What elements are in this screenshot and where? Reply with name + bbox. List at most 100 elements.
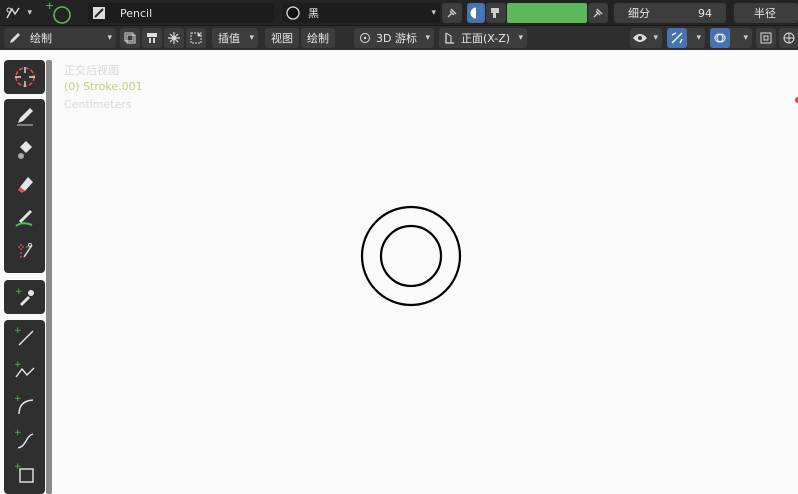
pencil-icon — [4, 31, 26, 45]
plane-label: 正面(X-Z) — [461, 32, 511, 45]
curve-icon: + — [13, 427, 37, 451]
viewport-header: 绘制 ▾ 插值 ▾ 视图 绘制 3D 游标 ▾ 正面(X-Z) ▾ ▾ ▾ ▾ — [0, 26, 798, 50]
curve-edit-icon — [189, 31, 203, 45]
subdivision-value: 94 — [698, 6, 712, 20]
radius-label: 半径 — [754, 7, 776, 20]
brush-name: Pencil — [120, 6, 153, 20]
3d-viewport[interactable] — [52, 50, 798, 494]
fill-tool[interactable] — [4, 133, 45, 167]
svg-text:+: + — [15, 287, 23, 297]
layers-icon — [123, 31, 137, 45]
subdivision-field[interactable]: 细分 94 — [614, 3, 726, 23]
eyedropper-group: + — [4, 280, 45, 314]
subdivision-label: 细分 — [628, 7, 650, 20]
chevron-down-icon: ▾ — [107, 33, 112, 43]
chevron-down-icon: ▾ — [27, 8, 32, 18]
gizmo-icon — [667, 28, 687, 48]
viewport-canvas — [360, 97, 798, 307]
eyedropper-icon: + — [14, 286, 36, 308]
fill-bucket-icon — [14, 139, 36, 161]
view-name: 正交后视图 — [64, 64, 119, 77]
snap-button[interactable] — [164, 28, 184, 48]
tool-settings-header: ▾ + Pencil 黑 ▾ 细分 94 半径 — [0, 0, 798, 26]
svg-text:+: + — [45, 0, 54, 12]
radius-field[interactable]: 半径 — [734, 3, 798, 23]
multiframe-button[interactable] — [120, 28, 140, 48]
mode-selector[interactable]: 绘制 ▾ — [4, 28, 116, 48]
tint-brush-icon — [14, 207, 36, 229]
object-name: (0) Stroke.001 — [64, 80, 143, 93]
chevron-down-icon: ▾ — [518, 33, 523, 43]
curve-edit-button[interactable] — [186, 28, 206, 48]
brush-selector[interactable]: Pencil — [88, 3, 274, 23]
eraser-icon — [14, 173, 36, 195]
editor-type-selector[interactable]: ▾ — [4, 3, 36, 23]
draw-tools-group — [4, 99, 45, 273]
units-label: Centimeters — [64, 98, 132, 111]
primitive-tools-group: + + + + + — [4, 320, 45, 494]
toolbar-scrollbar[interactable] — [46, 60, 52, 494]
polyline-icon: + — [13, 359, 37, 383]
draw-tool[interactable] — [4, 99, 45, 133]
polyline-tool[interactable]: + — [4, 354, 45, 388]
erase-tool[interactable] — [4, 167, 45, 201]
material-name: 黑 — [308, 7, 319, 20]
draw-menu[interactable]: 绘制 — [301, 28, 335, 48]
editor-type-icon — [4, 5, 22, 21]
pin-icon — [445, 6, 459, 20]
gizmo-menu[interactable]: ▾ — [667, 28, 705, 48]
plane-icon — [439, 31, 461, 45]
chevron-down-icon: ▾ — [249, 33, 254, 43]
view-menu-label: 视图 — [271, 32, 293, 45]
overlays-menu[interactable]: ▾ — [710, 28, 752, 48]
arc-icon: + — [13, 393, 37, 417]
material-circle-icon — [282, 5, 304, 21]
cursor-origin-selector[interactable]: 3D 游标 ▾ — [354, 28, 434, 48]
eye-icon — [630, 32, 650, 44]
stack-icon — [145, 31, 159, 45]
inner-stroke-circle — [379, 224, 443, 288]
vertex-color-swatch[interactable] — [507, 3, 587, 23]
chevron-down-icon: ▾ — [653, 33, 658, 43]
svg-text:+: + — [14, 326, 22, 336]
eyedropper-tool[interactable]: + — [4, 280, 45, 314]
visibility-menu[interactable]: ▾ — [630, 28, 662, 48]
material-mode-button[interactable] — [486, 3, 506, 23]
cursor-label: 3D 游标 — [376, 32, 417, 45]
cursor-tool[interactable] — [4, 60, 45, 94]
vertex-color-icon — [469, 6, 483, 20]
interpolate-label: 插值 — [218, 32, 240, 45]
pencil-icon — [14, 105, 36, 127]
cursor-icon — [354, 31, 376, 45]
svg-text:+: + — [14, 360, 22, 370]
mode-label: 绘制 — [30, 32, 52, 45]
color-mode-button[interactable] — [467, 3, 485, 23]
xray-icon — [759, 31, 773, 45]
line-tool[interactable]: + — [4, 320, 45, 354]
cutter-tool[interactable] — [4, 235, 45, 269]
active-tool-icon[interactable]: + — [44, 0, 74, 26]
view-menu[interactable]: 视图 — [265, 28, 299, 48]
material-selector[interactable]: 黑 ▾ — [282, 3, 440, 23]
snowflake-icon — [167, 31, 181, 45]
box-tool[interactable]: + — [4, 456, 45, 490]
chevron-down-icon: ▾ — [696, 33, 701, 43]
tint-tool[interactable] — [4, 201, 45, 235]
sphere-icon — [782, 31, 796, 45]
pin-color-button[interactable] — [588, 3, 608, 23]
guides-button[interactable] — [142, 28, 162, 48]
arc-tool[interactable]: + — [4, 388, 45, 422]
curve-tool[interactable]: + — [4, 422, 45, 456]
pin-icon — [591, 6, 605, 20]
interpolate-menu[interactable]: 插值 ▾ — [212, 28, 258, 48]
pin-material-button[interactable] — [442, 3, 462, 23]
chevron-down-icon: ▾ — [431, 8, 436, 18]
svg-text:+: + — [14, 394, 22, 404]
xray-button[interactable] — [756, 28, 776, 48]
shading-button[interactable] — [779, 28, 798, 48]
brush-preview-icon — [88, 6, 110, 20]
drawing-plane-selector[interactable]: 正面(X-Z) ▾ — [439, 28, 527, 48]
line-icon: + — [13, 325, 37, 349]
svg-text:+: + — [14, 428, 22, 438]
box-icon: + — [13, 461, 37, 485]
